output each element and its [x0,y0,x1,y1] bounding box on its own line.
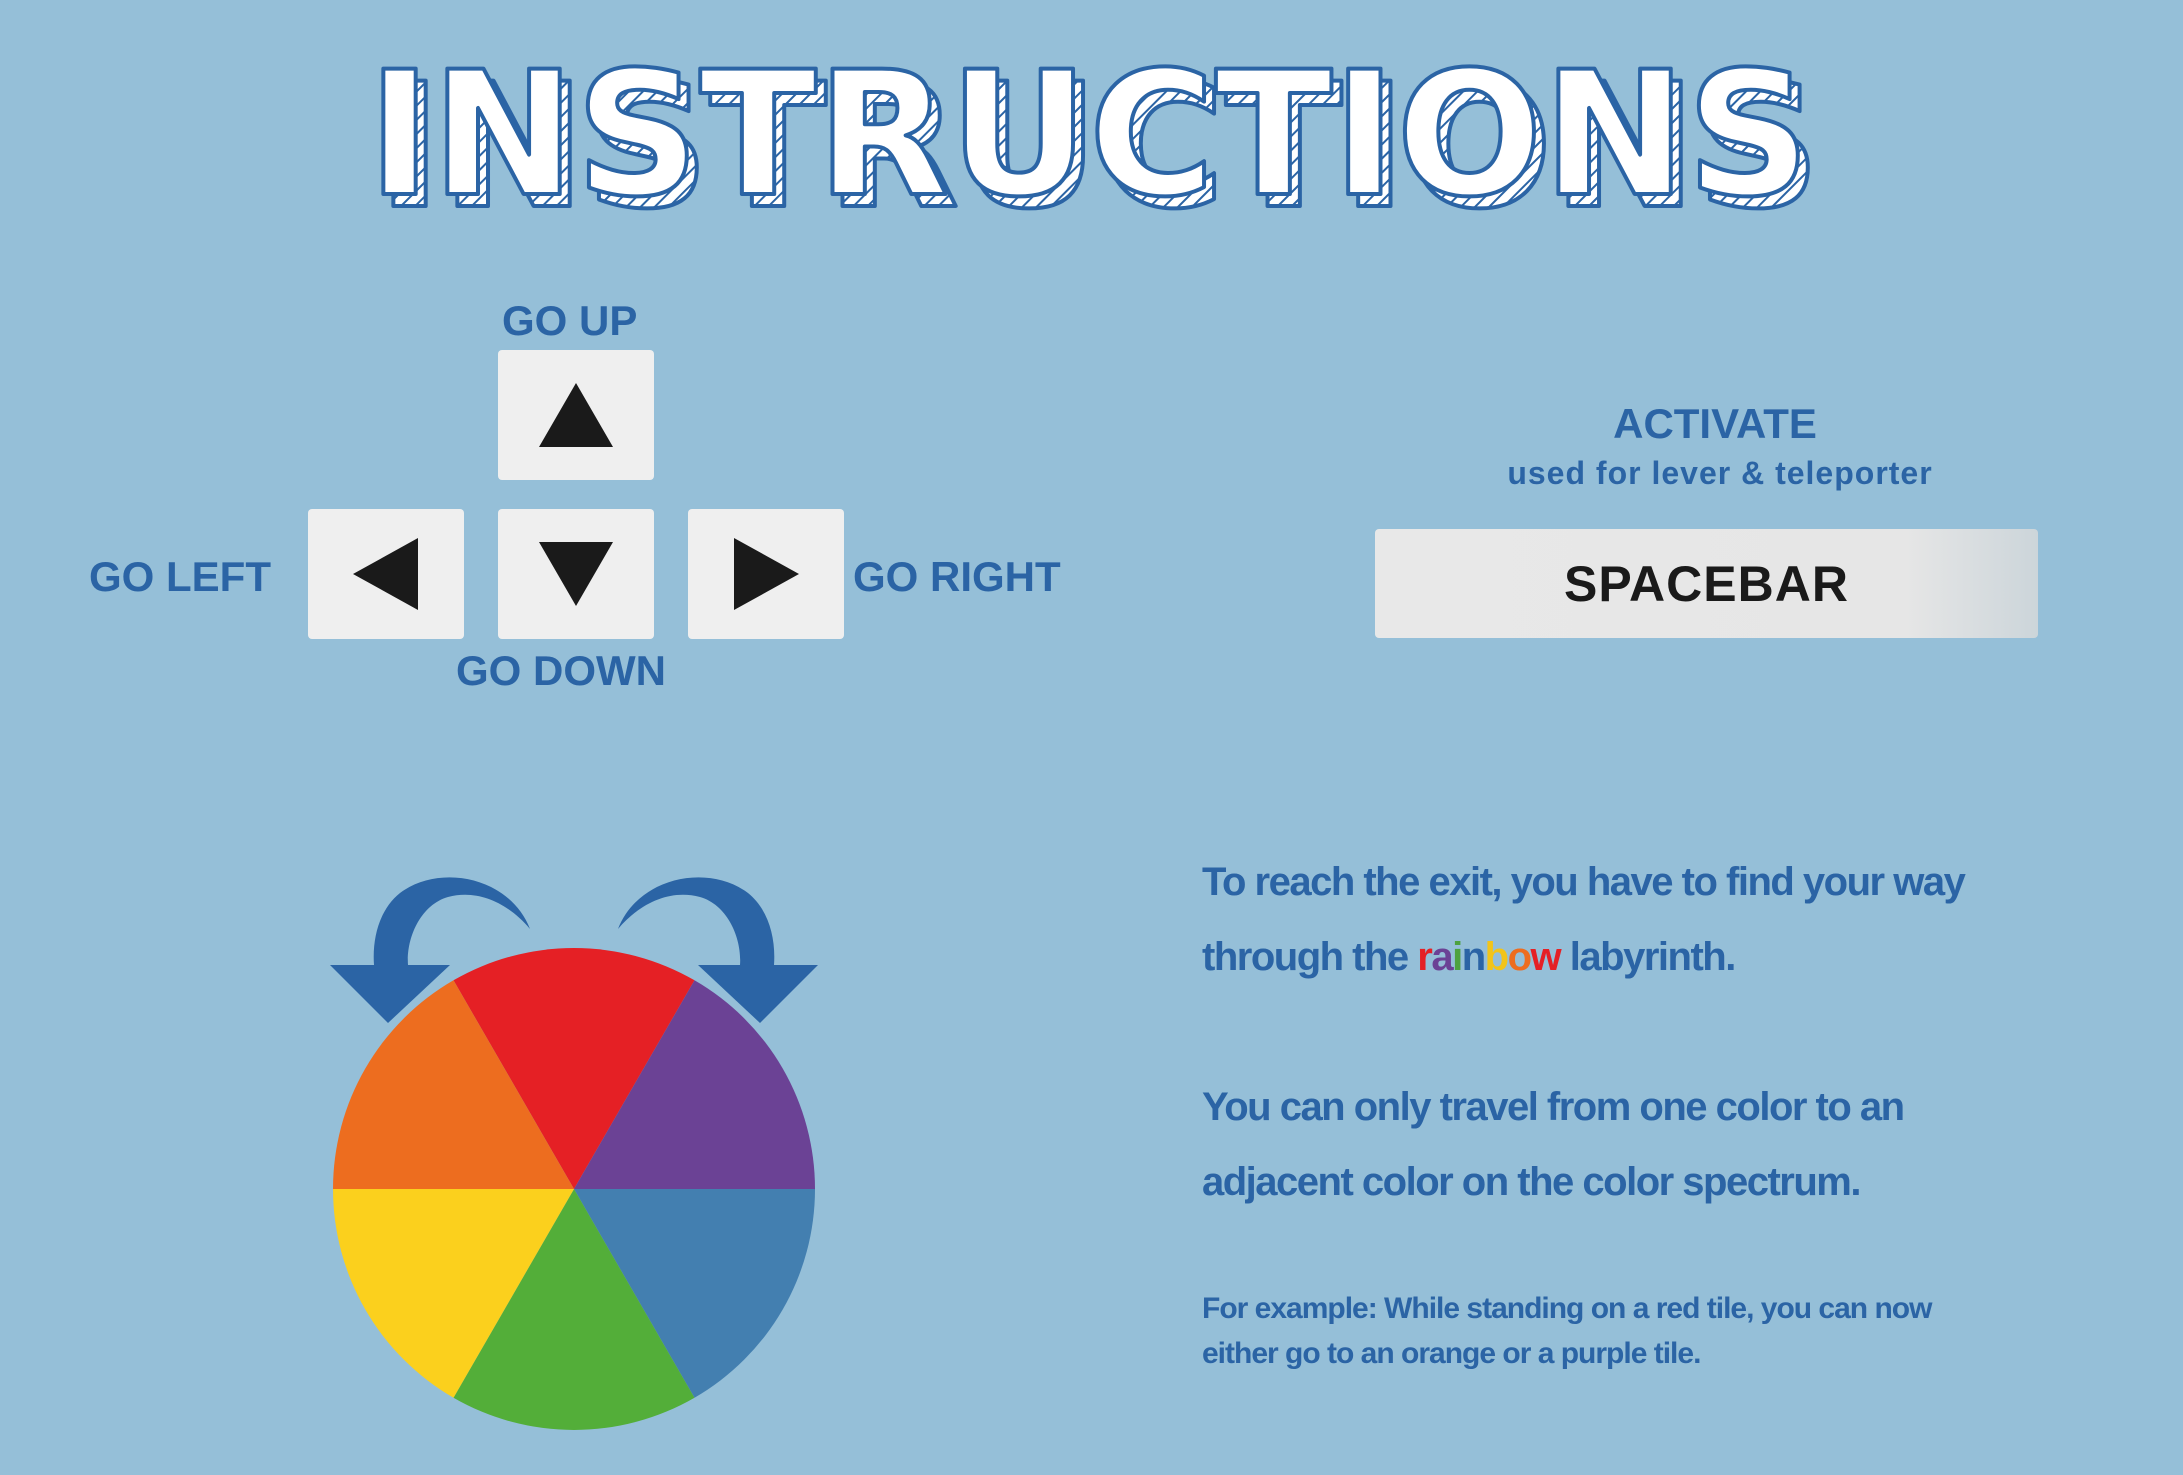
rainbow-letter: o [1507,935,1532,979]
down-key[interactable] [498,509,654,639]
go-right-label: GO RIGHT [853,553,1061,600]
description-line-1: To reach the exit, you have to find your… [1202,860,1966,904]
spacebar-key[interactable]: SPACEBAR [1375,529,2038,638]
activate-subtitle: used for lever & teleporter [1507,455,1933,491]
rainbow-letter: b [1484,935,1509,979]
arrow-down-icon [539,542,613,606]
rainbow-word: rainbow [1417,935,1562,979]
example-line-1: For example: While standing on a red til… [1202,1292,1932,1325]
page-title-container: INSTRUCTIONS INSTRUCTIONS [0,32,2183,249]
title-text: INSTRUCTIONS [368,40,1811,235]
arrow-right-icon [734,538,799,610]
color-wheel [333,948,815,1430]
rainbow-letter: n [1461,935,1486,979]
color-wheel-graphic [330,877,818,1430]
rainbow-letter: r [1417,935,1433,979]
description-line-2-after: labyrinth. [1560,935,1737,979]
example-line-2: either go to an orange or a purple tile. [1202,1337,1701,1370]
go-down-label: GO DOWN [456,647,666,694]
up-key[interactable] [498,350,654,480]
rainbow-letter: w [1530,935,1562,979]
page-title: INSTRUCTIONS INSTRUCTIONS [366,32,1823,249]
description-line-2-before: through the [1202,935,1418,979]
arrow-up-icon [539,383,613,447]
go-up-label: GO UP [502,297,638,344]
right-key[interactable] [688,509,844,639]
rainbow-letter: i [1452,935,1463,979]
arrow-left-icon [353,538,418,610]
go-left-label: GO LEFT [89,553,271,600]
left-key[interactable] [308,509,464,639]
rainbow-letter: a [1431,935,1453,979]
activate-title: ACTIVATE [1613,400,1817,447]
description-line-2: through the rainbow labyrinth. [1202,935,1737,980]
spacebar-label: SPACEBAR [1564,555,1849,612]
rule-line-1: You can only travel from one color to an [1202,1085,1905,1129]
rule-line-2: adjacent color on the color spectrum. [1202,1160,1861,1204]
